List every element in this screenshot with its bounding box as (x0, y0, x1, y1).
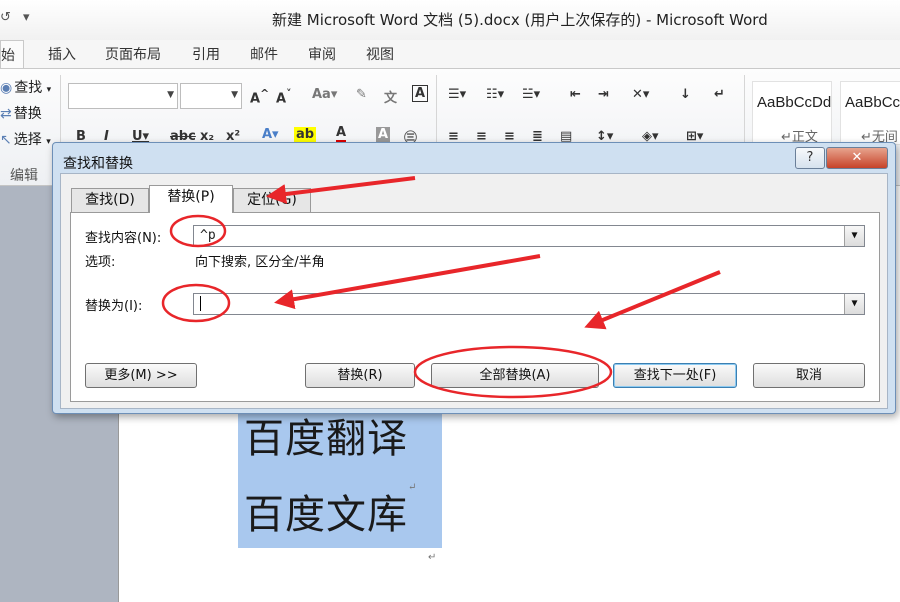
phonetic-guide-icon[interactable]: 文 (384, 87, 397, 106)
replace-label: 替换 (13, 106, 42, 122)
highlight-icon[interactable]: ab (294, 127, 317, 142)
find-next-button[interactable]: 查找下一处(F) (613, 363, 737, 388)
editing-group-label: 编辑 (10, 168, 38, 184)
multilevel-list-icon[interactable]: ☱▾ (522, 87, 540, 102)
tab-view[interactable]: 视图 (364, 44, 396, 64)
find-what-input[interactable]: ^p ▼ (193, 225, 865, 247)
find-what-value: ^p (200, 228, 216, 243)
window-title: 新建 Microsoft Word 文档 (5).docx (用户上次保存的) … (272, 11, 768, 29)
paragraph-mark-icon: ↵ (408, 482, 418, 493)
show-marks-icon[interactable]: ↵ (714, 87, 725, 102)
quick-access-toolbar: ↺ ▾ (0, 10, 38, 25)
tab-find[interactable]: 查找(D) (71, 188, 149, 212)
char-border-icon[interactable]: A (412, 85, 429, 102)
replace-panel: 查找内容(N): ^p ▼ 选项: 向下搜索, 区分全/半角 替换为(I): ▼… (70, 212, 880, 402)
chevron-down-icon: ▼ (231, 90, 238, 100)
select-button[interactable]: ↖ 选择 ▾ (0, 129, 51, 149)
dialog-title: 查找和替换 (63, 156, 133, 172)
replace-icon: ⇄ (0, 106, 12, 122)
text-effects-icon[interactable]: A▾ (262, 127, 279, 142)
chevron-down-icon: ▼ (167, 90, 174, 100)
chinese-layout-icon[interactable]: ✕▾ (632, 87, 649, 102)
dialog-body: 查找(D) 替换(P) 定位(G) 查找内容(N): ^p ▼ 选项: 向下搜索… (60, 173, 888, 409)
font-name-combo[interactable]: ▼ (68, 83, 178, 109)
title-bar: ↺ ▾ 新建 Microsoft Word 文档 (5).docx (用户上次保… (0, 0, 900, 40)
more-button[interactable]: 更多(M) >> (85, 363, 197, 388)
tab-replace[interactable]: 替换(P) (149, 185, 233, 213)
sort-icon[interactable]: ↓ (680, 87, 691, 102)
shrink-font-icon[interactable]: A˅ (276, 87, 291, 106)
font-size-combo[interactable]: ▼ (180, 83, 242, 109)
find-label: 查找 (14, 80, 43, 96)
cursor-icon: ↖ (0, 132, 12, 148)
style-no-spacing[interactable]: AaBbCc ↵无间隔 (840, 81, 900, 164)
clear-format-icon[interactable]: ✎ (356, 87, 367, 102)
close-button[interactable]: ✕ (826, 147, 888, 169)
font-color-icon[interactable]: A (336, 125, 347, 143)
tab-home[interactable]: 始 (0, 40, 24, 70)
bullets-icon[interactable]: ☰▾ (448, 87, 466, 102)
paragraph-mark-icon: ↵ (428, 552, 437, 563)
increase-indent-icon[interactable]: ⇥ (598, 87, 609, 102)
doc-line-2[interactable]: 百度文库 ↵ (244, 482, 416, 540)
customize-qat-icon[interactable]: ▾ (23, 10, 30, 25)
change-case-icon[interactable]: Aa▾ (312, 87, 337, 102)
cancel-button[interactable]: 取消 (753, 363, 865, 388)
doc-line-1[interactable]: 百度翻译↵ (244, 406, 416, 464)
replace-with-input[interactable]: ▼ (193, 293, 865, 315)
tab-page-layout[interactable]: 页面布局 (103, 44, 163, 64)
undo-icon[interactable]: ↺ (0, 10, 11, 25)
replace-button[interactable]: ⇄ 替换 (0, 103, 42, 123)
char-shading-icon[interactable]: A (376, 127, 391, 142)
options-label: 选项: (85, 255, 116, 270)
style-normal-preview: AaBbCcDd (757, 94, 832, 111)
style-normal[interactable]: AaBbCcDd ↵正文 (752, 81, 832, 145)
help-button[interactable]: ? (795, 147, 825, 169)
find-what-label: 查找内容(N): (85, 231, 162, 246)
options-value: 向下搜索, 区分全/半角 (195, 255, 325, 270)
replace-button[interactable]: 替换(R) (305, 363, 415, 388)
decrease-indent-icon[interactable]: ⇤ (570, 87, 581, 102)
tab-goto[interactable]: 定位(G) (233, 188, 311, 212)
select-label: 选择 (13, 132, 42, 148)
replace-with-label: 替换为(I): (85, 299, 143, 314)
chevron-down-icon[interactable]: ▼ (844, 226, 864, 246)
replace-all-button[interactable]: 全部替换(A) (431, 363, 599, 388)
find-button[interactable]: ◉ 查找 ▾ (0, 77, 51, 97)
grow-font-icon[interactable]: A^ (250, 87, 269, 106)
text-caret (200, 296, 201, 311)
find-replace-dialog: 查找和替换 ? ✕ 查找(D) 替换(P) 定位(G) 查找内容(N): ^p … (52, 142, 896, 414)
tab-references[interactable]: 引用 (190, 44, 222, 64)
style-nospace-preview: AaBbCc (845, 94, 900, 111)
tab-insert[interactable]: 插入 (46, 44, 78, 64)
chevron-down-icon[interactable]: ▼ (844, 294, 864, 314)
tab-review[interactable]: 审阅 (306, 44, 338, 64)
binoculars-icon: ◉ (0, 80, 13, 96)
numbering-icon[interactable]: ☷▾ (486, 87, 504, 102)
ribbon-tabs: 始 插入 页面布局 引用 邮件 审阅 视图 (0, 40, 900, 70)
tab-mailings[interactable]: 邮件 (248, 44, 280, 64)
